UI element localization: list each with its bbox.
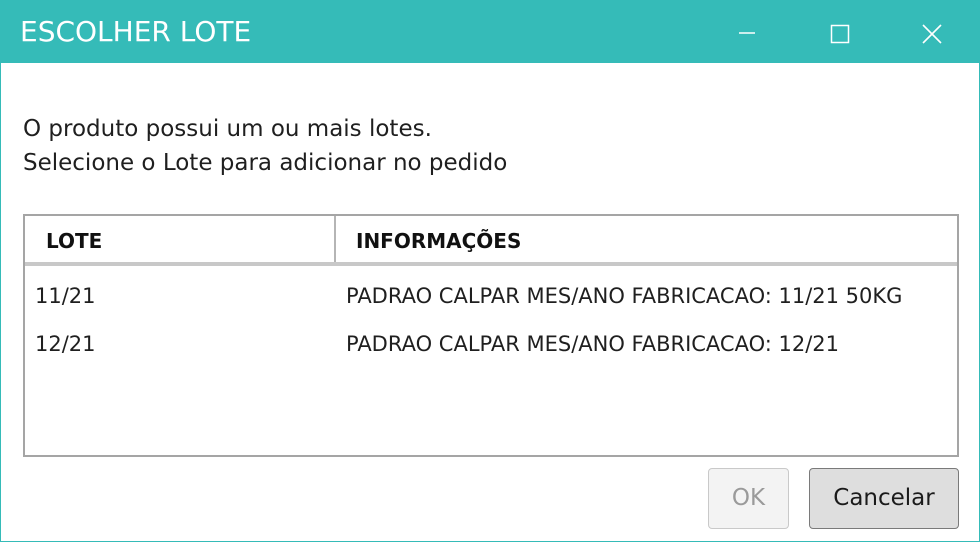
- maximize-icon: [830, 24, 850, 44]
- table-row[interactable]: 12/21 PADRAO CALPAR MES/ANO FABRICACAO: …: [25, 314, 957, 362]
- cell-informacoes: PADRAO CALPAR MES/ANO FABRICACAO: 12/21: [346, 332, 840, 356]
- ok-button: OK: [708, 468, 789, 529]
- cancel-button[interactable]: Cancelar: [809, 468, 959, 529]
- title-bar[interactable]: ESCOLHER LOTE: [1, 1, 979, 63]
- column-header-lote[interactable]: LOTE: [25, 216, 336, 262]
- table-row[interactable]: 11/21 PADRAO CALPAR MES/ANO FABRICACAO: …: [25, 266, 957, 314]
- cell-lote: 12/21: [35, 332, 96, 356]
- minimize-button[interactable]: [701, 1, 793, 63]
- minimize-icon: [739, 32, 755, 34]
- message-line-1: O produto possui um ou mais lotes.: [23, 116, 432, 142]
- choose-lot-dialog: ESCOLHER LOTE O produto possui um ou mai…: [0, 0, 980, 542]
- window-title: ESCOLHER LOTE: [20, 15, 252, 48]
- table-header: LOTE INFORMAÇÕES: [25, 216, 957, 266]
- close-icon: [922, 24, 942, 44]
- lots-table[interactable]: LOTE INFORMAÇÕES 11/21 PADRAO CALPAR MES…: [23, 214, 959, 457]
- column-header-informacoes[interactable]: INFORMAÇÕES: [336, 216, 957, 262]
- cell-lote: 11/21: [35, 284, 96, 308]
- close-button[interactable]: [885, 1, 977, 63]
- table-body: 11/21 PADRAO CALPAR MES/ANO FABRICACAO: …: [25, 266, 957, 362]
- cell-informacoes: PADRAO CALPAR MES/ANO FABRICACAO: 11/21 …: [346, 284, 903, 308]
- message-line-2: Selecione o Lote para adicionar no pedid…: [23, 150, 508, 176]
- maximize-button[interactable]: [793, 1, 885, 63]
